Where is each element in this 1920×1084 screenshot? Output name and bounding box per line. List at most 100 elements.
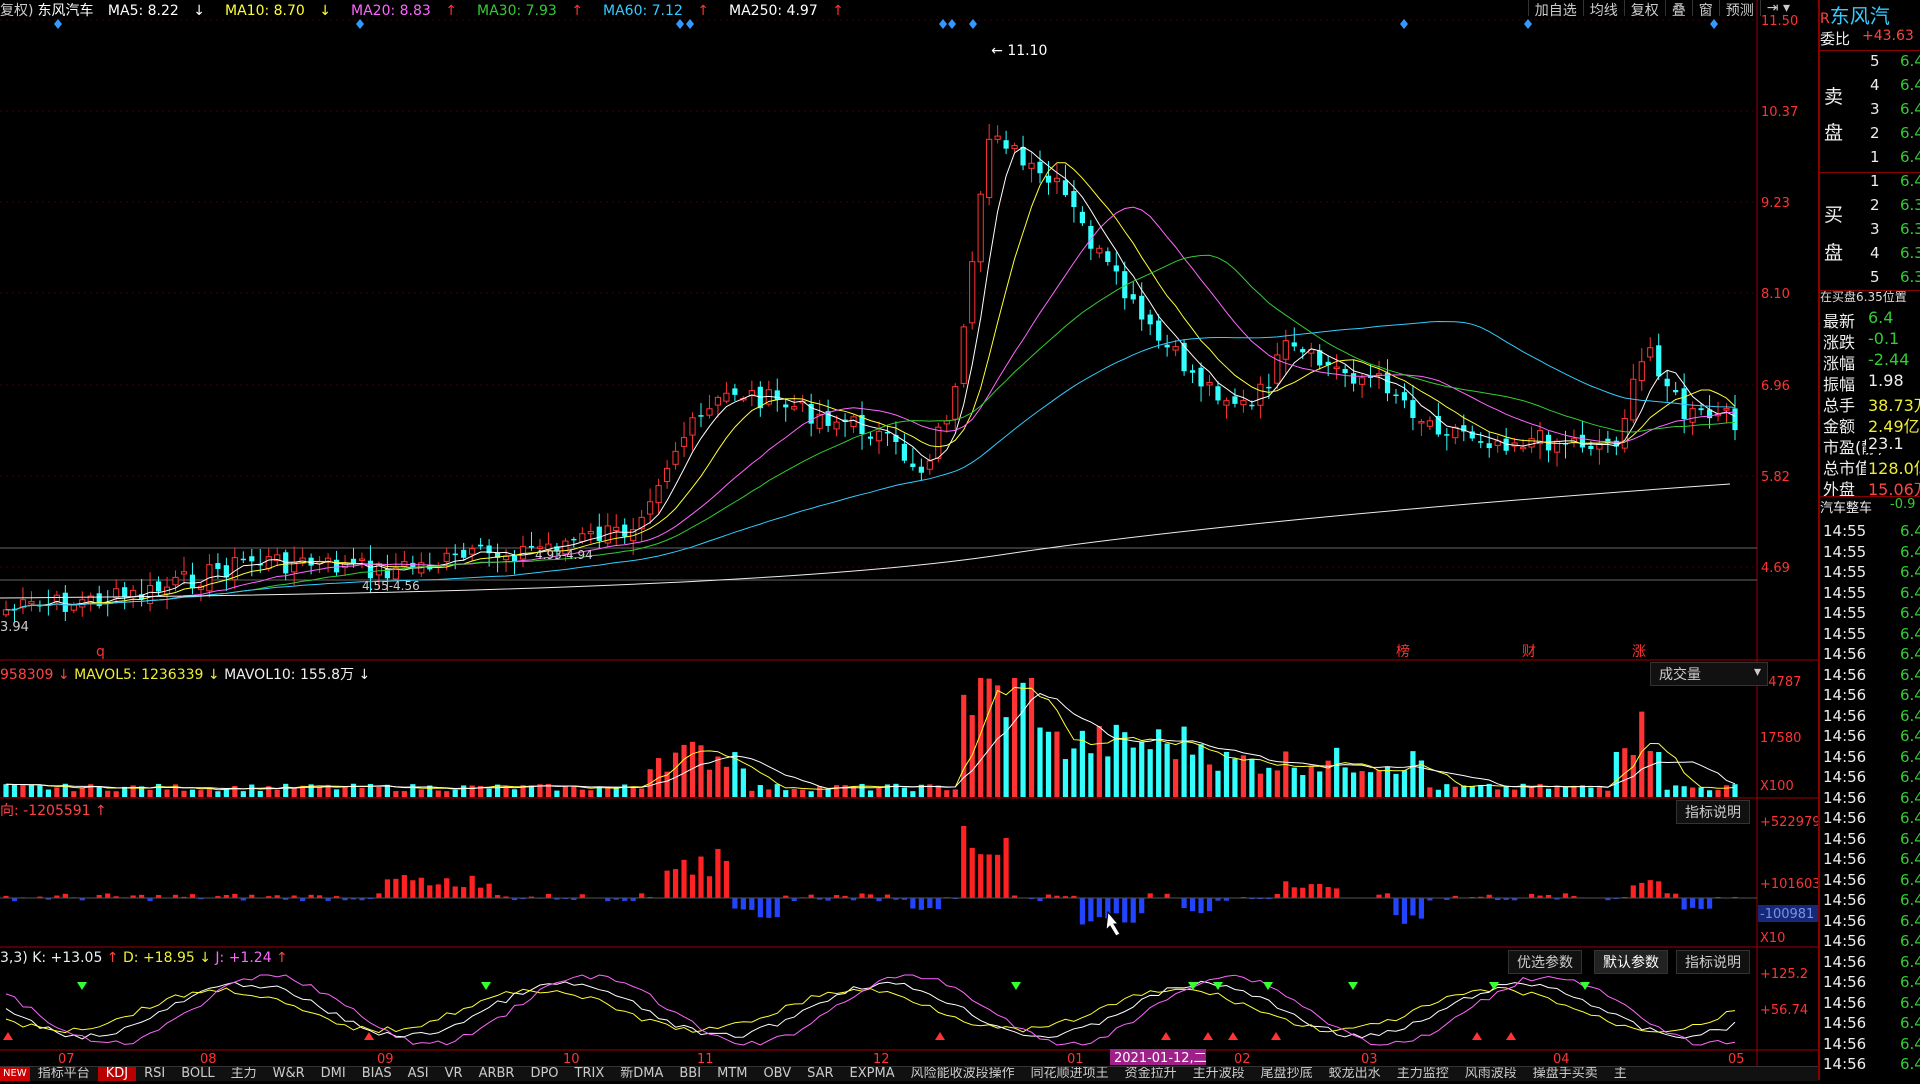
tick-time: 14:56 <box>1823 748 1866 766</box>
volume-bar <box>1258 774 1263 797</box>
indicator-tab[interactable]: 同花顺进项王 <box>1023 1067 1117 1081</box>
indicator-tab[interactable]: NEW <box>0 1067 30 1081</box>
volume-bar <box>164 789 169 797</box>
candle-body <box>970 262 975 323</box>
flow-bar <box>1631 885 1636 898</box>
tick-row: 14:566.4 <box>1820 850 1920 870</box>
indicator-tab[interactable]: OBV <box>755 1067 799 1081</box>
sell-signal-arrow-icon <box>3 1032 13 1040</box>
flow-bar <box>775 898 780 917</box>
indicator-tab[interactable]: TRIX <box>567 1067 613 1081</box>
indicator-tab[interactable]: BIAS <box>354 1067 400 1081</box>
volume-bar <box>1283 751 1288 797</box>
tick-time: 14:56 <box>1823 727 1866 745</box>
buy-level-index: 5 <box>1870 268 1880 286</box>
candle-body <box>1300 349 1305 352</box>
volume-bar <box>1071 748 1076 797</box>
indicator-tab[interactable]: DMI <box>313 1067 354 1081</box>
flow-bar <box>1656 881 1661 898</box>
flow-bar <box>724 861 729 898</box>
quote-stat-row: 涨跌-0.1 <box>1820 329 1920 349</box>
kline-chart-area[interactable]: 11.5010.379.238.106.965.824.69← 11.103.9… <box>0 0 1818 1080</box>
indicator-tab[interactable]: 风险能收波段操作 <box>903 1067 1023 1081</box>
candle-body <box>987 139 992 197</box>
quote-side-panel: R东风汽 委比 +43.63 56.446.436.426.416.416.42… <box>1818 0 1920 1080</box>
volume-bar <box>249 785 254 797</box>
indicator-tab[interactable]: 主 <box>1606 1067 1635 1081</box>
flow-help-button[interactable]: 指标说明 <box>1676 800 1750 824</box>
flow-bar <box>664 871 669 898</box>
toolbar-button[interactable]: 叠 <box>1665 0 1692 16</box>
buy-level-row[interactable]: 16.4 <box>1820 172 1920 192</box>
indicator-tab[interactable]: ARBR <box>471 1067 523 1081</box>
volume-bar <box>910 791 915 797</box>
indicator-tab[interactable]: BBI <box>671 1067 709 1081</box>
volume-indicator-select[interactable]: 成交量 ▾ <box>1650 662 1768 686</box>
indicator-tab[interactable]: KDJ <box>98 1067 136 1081</box>
indicator-tab[interactable]: RSI <box>136 1067 173 1081</box>
indicator-tab[interactable]: 指标平台 <box>30 1067 98 1081</box>
flow-bars <box>3 826 1737 924</box>
flow-bar <box>1088 898 1093 921</box>
candle-body <box>1232 396 1237 404</box>
candle-body <box>1266 387 1271 389</box>
kdj-button[interactable]: 指标说明 <box>1676 950 1750 974</box>
indicator-tab[interactable]: DPO <box>522 1067 566 1081</box>
volume-bar <box>1410 751 1415 797</box>
toolbar-button[interactable]: 复权 <box>1624 0 1665 16</box>
sector-row[interactable]: 汽车整车 -0.9 <box>1820 497 1920 517</box>
stock-name[interactable]: 东风汽车 <box>37 3 93 19</box>
volume-bar <box>181 791 186 797</box>
flow-bar <box>970 848 975 898</box>
cursor-date-label: 2021-01-12,二 <box>1114 1051 1207 1066</box>
level-annotation: 4.93-4.94 <box>535 548 593 562</box>
indicator-tab[interactable]: 尾盘抄底 <box>1253 1067 1321 1081</box>
indicator-tab[interactable]: 风雨波段 <box>1457 1067 1525 1081</box>
volume-bar <box>1215 771 1220 797</box>
quote-stat-row: 振幅1.98 <box>1820 371 1920 391</box>
sell-level-row[interactable]: 16.4 <box>1820 148 1920 168</box>
volume-bar <box>563 786 568 797</box>
indicator-tab[interactable]: BOLL <box>173 1067 222 1081</box>
candle-body <box>690 418 695 435</box>
indicator-tab[interactable]: SAR <box>799 1067 841 1081</box>
price-tick-label: 4.69 <box>1761 561 1790 576</box>
volume-bar <box>1673 785 1678 797</box>
indicator-tab[interactable]: VR <box>437 1067 471 1081</box>
kdj-button[interactable]: 优选参数 <box>1508 950 1582 974</box>
sidebar-toggle-icon[interactable]: ⇥ ▾ <box>1760 0 1796 16</box>
indicator-tab[interactable]: EXPMA <box>842 1067 903 1081</box>
flow-bar <box>1698 898 1703 909</box>
volume-bar <box>707 770 712 797</box>
indicator-tab[interactable]: 主升波段 <box>1185 1067 1253 1081</box>
toolbar-button[interactable]: 均线 <box>1583 0 1624 16</box>
indicator-tab[interactable]: 主力监控 <box>1389 1067 1457 1081</box>
kdj-button[interactable]: 默认参数 <box>1594 950 1668 974</box>
candle-body <box>1105 251 1110 262</box>
toolbar-button[interactable]: 预测 <box>1719 0 1760 16</box>
tick-price: 6.4 <box>1900 727 1920 745</box>
indicator-tab[interactable]: MTM <box>709 1067 755 1081</box>
candle-body <box>775 390 780 400</box>
toolbar-button[interactable]: 加自选 <box>1528 0 1583 16</box>
buy-level-row[interactable]: 56.3 <box>1820 268 1920 288</box>
indicator-tab[interactable]: 蛟龙出水 <box>1321 1067 1389 1081</box>
price-tick-label: 8.10 <box>1761 287 1790 302</box>
chart-canvas[interactable]: 11.5010.379.238.106.965.824.69← 11.103.9… <box>0 0 1818 1080</box>
volume-bar <box>741 768 746 797</box>
volume-axis-label: X100 <box>1760 779 1794 794</box>
indicator-tab[interactable]: ASI <box>400 1067 437 1081</box>
indicator-tab[interactable]: 资金拉升 <box>1117 1067 1185 1081</box>
tick-price: 6.4 <box>1900 686 1920 704</box>
candle-body <box>1724 409 1729 411</box>
volume-bar <box>1249 759 1254 797</box>
candle-body <box>664 468 669 481</box>
indicator-tab[interactable]: 主力 <box>223 1067 265 1081</box>
indicator-tab[interactable]: W&R <box>265 1067 313 1081</box>
tick-row: 14:566.4 <box>1820 686 1920 706</box>
toolbar-button[interactable]: 窗 <box>1692 0 1719 16</box>
indicator-tab[interactable]: 新DMA <box>612 1067 671 1081</box>
indicator-tab[interactable]: 操盘手买卖 <box>1525 1067 1606 1081</box>
flow-bar <box>1376 895 1381 898</box>
sell-level-row[interactable]: 56.4 <box>1820 52 1920 72</box>
